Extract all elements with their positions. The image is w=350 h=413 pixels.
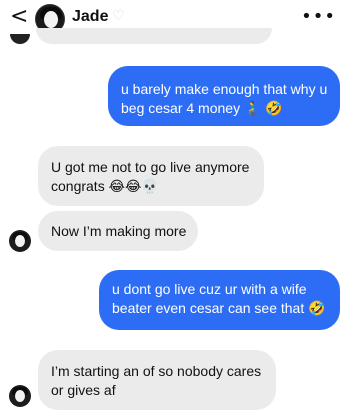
message-text: u dont go live cuz ur with a wife (112, 281, 307, 297)
message-text: beater even cesar can see that 🤣 (112, 300, 326, 316)
heart-icon: ♡ (112, 8, 125, 24)
message-text: Now I’m making more (51, 223, 187, 239)
more-options-icon[interactable]: ••• (301, 6, 336, 27)
message-text: congrats 😂😂💀 (51, 178, 159, 194)
chevron-left-icon[interactable]: < (10, 6, 28, 28)
message-text: or gives af (51, 382, 116, 398)
previous-sender-avatar (10, 34, 30, 44)
message-text: I’m starting an of so nobody cares (51, 363, 262, 379)
message-bubble-incoming[interactable]: U got me not to go live anymore congrats… (38, 146, 264, 206)
message-bubble-outgoing[interactable]: u dont go live cuz ur with a wife beater… (99, 270, 340, 330)
message-bubble-incoming[interactable]: I’m starting an of so nobody cares or gi… (38, 350, 276, 410)
previous-message-bubble (36, 28, 272, 44)
sender-avatar[interactable] (9, 230, 31, 252)
message-bubble-outgoing[interactable]: u barely make enough that why u beg cesa… (108, 66, 340, 126)
message-text: U got me not to go live anymore (51, 159, 250, 175)
contact-name[interactable]: Jade (72, 8, 108, 26)
sender-avatar[interactable] (9, 385, 31, 407)
message-text: u barely make enough that why u (121, 81, 328, 97)
message-bubble-incoming[interactable]: Now I’m making more (38, 211, 198, 251)
message-text: beg cesar 4 money 🧎‍♂️ 🤣 (121, 100, 283, 116)
